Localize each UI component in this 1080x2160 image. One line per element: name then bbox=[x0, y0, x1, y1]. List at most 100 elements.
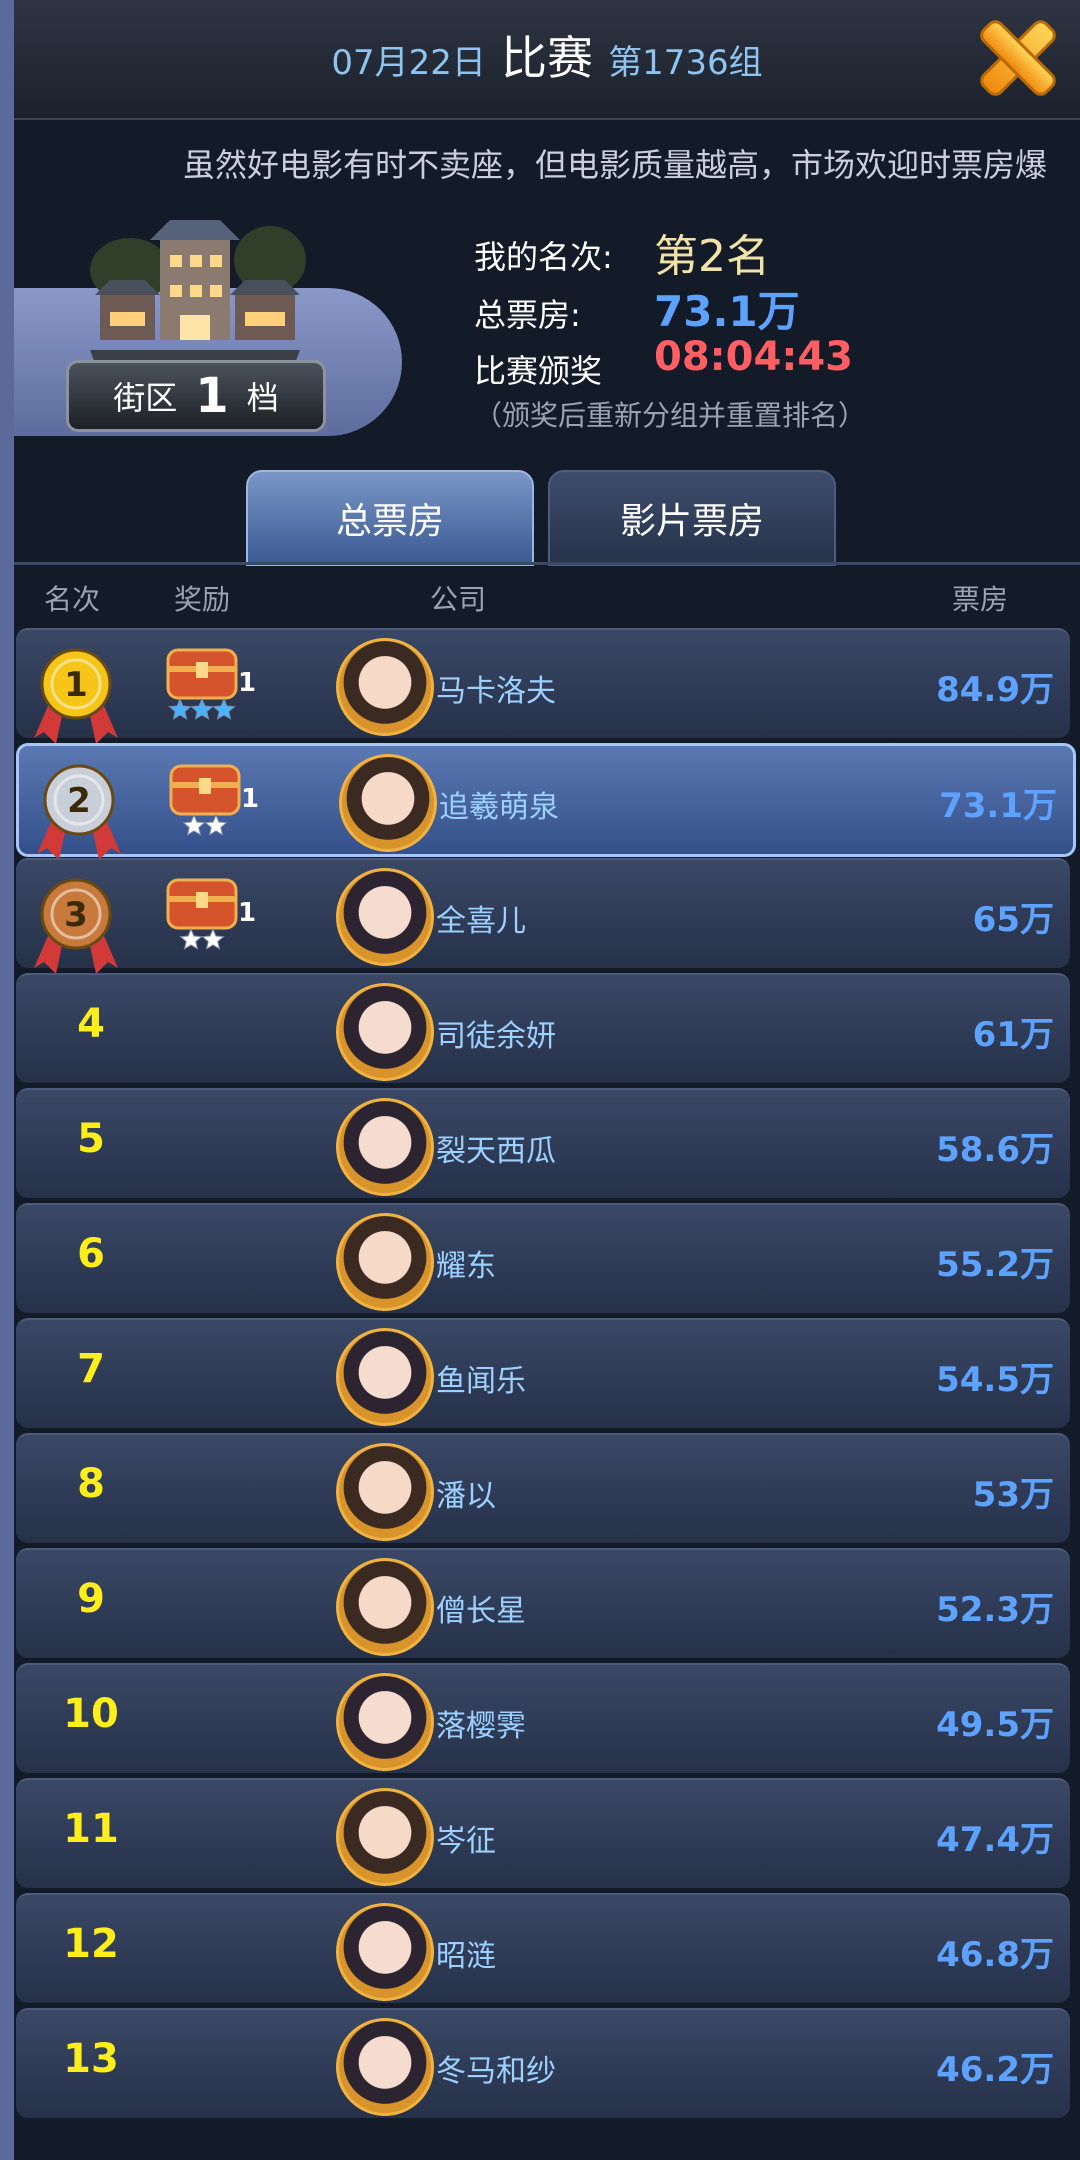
rank-number: 12 bbox=[63, 1921, 119, 1967]
treasure-chest-icon[interactable] bbox=[162, 872, 242, 952]
avatar-icon[interactable] bbox=[336, 1673, 434, 1771]
award-countdown: 08:04:43 bbox=[654, 334, 853, 380]
district-prefix: 街区 bbox=[113, 379, 178, 417]
company-name: 马卡洛夫 bbox=[436, 674, 556, 709]
company-name: 岑征 bbox=[436, 1824, 496, 1859]
boxoffice-value: 46.2万 bbox=[936, 2050, 1054, 2090]
star-icon bbox=[204, 813, 228, 836]
boxoffice-value: 46.8万 bbox=[936, 1935, 1054, 1975]
avatar-icon[interactable] bbox=[336, 1098, 434, 1196]
leaderboard-row[interactable]: 4 司徒余妍 61万 bbox=[16, 973, 1070, 1083]
reward-count: 1 bbox=[238, 898, 257, 928]
leaderboard-row[interactable]: 9 僧长星 52.3万 bbox=[16, 1548, 1070, 1658]
leaderboard-row[interactable]: 13 冬马和纱 46.2万 bbox=[16, 2008, 1070, 2118]
page-title: 07月22日 比赛 第1736组 bbox=[14, 22, 1080, 88]
avatar-icon[interactable] bbox=[336, 1788, 434, 1886]
rank-number: 6 bbox=[77, 1231, 105, 1277]
leaderboard-row[interactable]: 11 岑征 47.4万 bbox=[16, 1778, 1070, 1888]
rank-number: 7 bbox=[77, 1346, 105, 1392]
boxoffice-value: 73.1万 bbox=[939, 786, 1057, 826]
medal-rank-number: 2 bbox=[67, 781, 91, 821]
leaderboard-row[interactable]: 1 1 马卡洛夫 84.9万 bbox=[16, 628, 1070, 744]
medal-icon: 3 bbox=[34, 878, 118, 974]
company-name: 追羲萌泉 bbox=[439, 790, 559, 825]
award-note: （颁奖后重新分组并重置排名） bbox=[474, 399, 867, 432]
leaderboard-row[interactable]: 2 1 追羲萌泉 73.1万 bbox=[16, 743, 1076, 860]
avatar-icon[interactable] bbox=[336, 2018, 434, 2116]
leaderboard-row[interactable]: 10 落樱霁 49.5万 bbox=[16, 1663, 1070, 1773]
rank-number: 13 bbox=[63, 2036, 119, 2082]
star-icon bbox=[182, 813, 206, 836]
company-name: 潘以 bbox=[436, 1479, 496, 1514]
left-edge-strip bbox=[0, 0, 14, 2160]
avatar-icon[interactable] bbox=[339, 754, 437, 852]
avatar-icon[interactable] bbox=[336, 1558, 434, 1656]
star-icon bbox=[190, 697, 214, 720]
star-icon bbox=[179, 927, 203, 950]
district-level: 1 bbox=[195, 368, 229, 424]
match-date: 07月22日 bbox=[331, 43, 486, 83]
leaderboard-row[interactable]: 7 鱼闻乐 54.5万 bbox=[16, 1318, 1070, 1428]
total-boxoffice-label: 总票房: bbox=[474, 296, 581, 334]
boxoffice-value: 61万 bbox=[972, 1015, 1054, 1055]
company-name: 司徒余妍 bbox=[436, 1019, 556, 1054]
boxoffice-value: 54.5万 bbox=[936, 1360, 1054, 1400]
avatar-icon[interactable] bbox=[336, 638, 434, 736]
company-name: 昭涟 bbox=[436, 1939, 496, 1974]
column-header-boxoffice: 票房 bbox=[952, 583, 1009, 616]
my-rank-value: 第2名 bbox=[654, 231, 770, 282]
avatar-icon[interactable] bbox=[336, 1903, 434, 2001]
medal-rank-number: 1 bbox=[64, 665, 88, 705]
rank-number: 9 bbox=[77, 1576, 105, 1622]
leaderboard-row[interactable]: 6 耀东 55.2万 bbox=[16, 1203, 1070, 1313]
boxoffice-value: 47.4万 bbox=[936, 1820, 1054, 1860]
boxoffice-value: 49.5万 bbox=[936, 1705, 1054, 1745]
group-number: 第1736组 bbox=[608, 43, 763, 83]
district-suffix: 档 bbox=[246, 379, 279, 417]
company-name: 鱼闻乐 bbox=[436, 1364, 526, 1399]
tab-film-boxoffice[interactable]: 影片票房 bbox=[548, 470, 836, 566]
rank-number: 5 bbox=[77, 1116, 105, 1162]
company-name: 僧长星 bbox=[436, 1594, 526, 1629]
header-bar: 07月22日 比赛 第1736组 bbox=[14, 0, 1080, 120]
boxoffice-value: 52.3万 bbox=[936, 1590, 1054, 1630]
column-header-rank: 名次 bbox=[44, 583, 101, 616]
column-header-reward: 奖励 bbox=[174, 583, 231, 616]
total-boxoffice-value: 73.1万 bbox=[654, 287, 800, 336]
company-name: 全喜儿 bbox=[436, 904, 526, 939]
avatar-icon[interactable] bbox=[336, 1213, 434, 1311]
treasure-chest-icon[interactable] bbox=[162, 642, 242, 722]
avatar-icon[interactable] bbox=[336, 1328, 434, 1426]
award-label: 比赛颁奖 bbox=[474, 352, 603, 390]
district-level-badge: 街区 1 档 bbox=[66, 360, 326, 432]
avatar-icon[interactable] bbox=[336, 868, 434, 966]
rank-number: 4 bbox=[77, 1001, 105, 1047]
close-icon bbox=[980, 20, 1056, 96]
total-boxoffice-row: 总票房: 73.1万 bbox=[474, 287, 800, 336]
leaderboard-row[interactable]: 5 裂天西瓜 58.6万 bbox=[16, 1088, 1070, 1198]
avatar-icon[interactable] bbox=[336, 1443, 434, 1541]
match-title: 比赛 bbox=[501, 31, 593, 85]
company-name: 裂天西瓜 bbox=[436, 1134, 556, 1169]
company-name: 冬马和纱 bbox=[436, 2054, 556, 2089]
rank-number: 10 bbox=[63, 1691, 119, 1737]
my-rank-label: 我的名次: bbox=[474, 238, 613, 276]
company-name: 落樱霁 bbox=[436, 1709, 526, 1744]
column-header-company: 公司 bbox=[430, 583, 487, 616]
boxoffice-value: 58.6万 bbox=[936, 1130, 1054, 1170]
reward-count: 1 bbox=[241, 784, 260, 814]
treasure-chest-icon[interactable] bbox=[165, 758, 245, 838]
boxoffice-value: 84.9万 bbox=[936, 670, 1054, 710]
avatar-icon[interactable] bbox=[336, 983, 434, 1081]
star-icon bbox=[201, 927, 225, 950]
leaderboard-row[interactable]: 8 潘以 53万 bbox=[16, 1433, 1070, 1543]
star-icon bbox=[212, 697, 236, 720]
tab-total-boxoffice[interactable]: 总票房 bbox=[246, 470, 534, 566]
medal-icon: 2 bbox=[37, 764, 121, 860]
leaderboard-row[interactable]: 12 昭涟 46.8万 bbox=[16, 1893, 1070, 2003]
close-button[interactable] bbox=[968, 8, 1068, 108]
star-icon bbox=[168, 697, 192, 720]
rank-number: 8 bbox=[77, 1461, 105, 1507]
tip-marquee: 虽然好电影有时不卖座，但电影质量越高，市场欢迎时票房爆 bbox=[183, 146, 1048, 184]
leaderboard-row[interactable]: 3 1 全喜儿 65万 bbox=[16, 858, 1070, 974]
